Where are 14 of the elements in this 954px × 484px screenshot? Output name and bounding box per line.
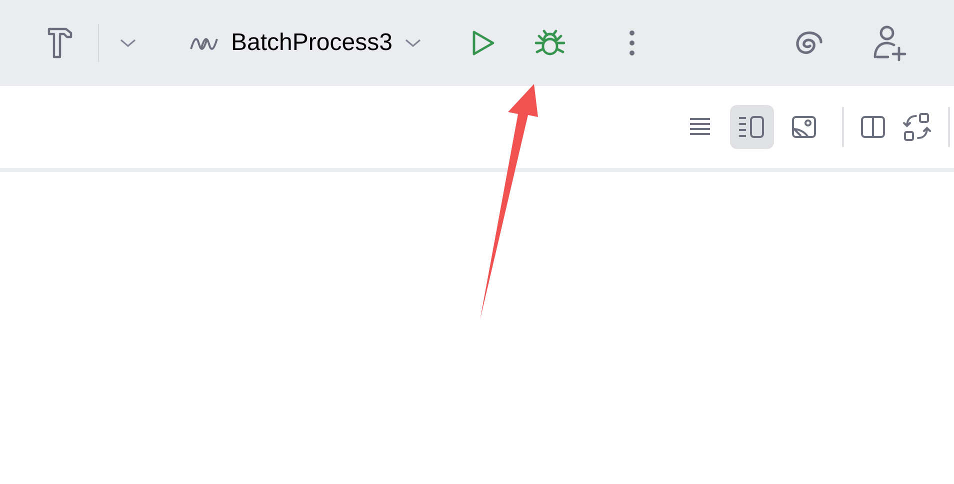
hammer-icon[interactable] <box>46 25 74 61</box>
split-view-button[interactable] <box>730 105 774 149</box>
lines-icon <box>688 116 712 138</box>
run-configuration-selector[interactable]: BatchProcess3 <box>189 29 422 57</box>
more-options-icon[interactable] <box>628 29 636 57</box>
add-user-icon[interactable] <box>872 24 908 62</box>
run-icon[interactable] <box>470 29 496 57</box>
image-icon <box>791 115 817 139</box>
chevron-down-icon[interactable] <box>119 37 137 49</box>
bug-icon[interactable] <box>534 28 566 58</box>
chevron-down-icon <box>404 37 422 49</box>
split-panel-icon[interactable] <box>860 115 886 139</box>
split-view-icon <box>738 115 766 139</box>
swap-icon[interactable] <box>902 112 932 142</box>
